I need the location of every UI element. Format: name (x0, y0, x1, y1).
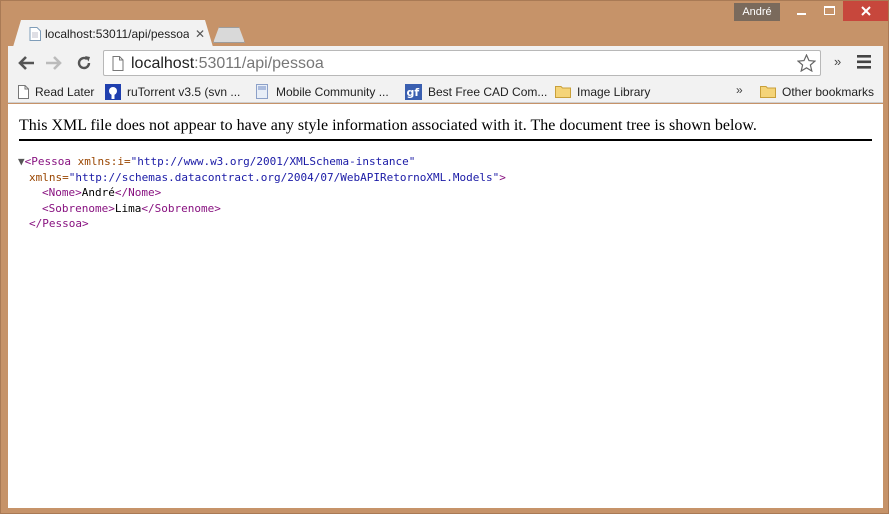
minimize-icon (797, 13, 806, 15)
xml-equals: = (123, 155, 131, 168)
other-bookmarks[interactable]: Other bookmarks (760, 83, 874, 100)
xml-tree: ▼<Pessoa xmlns:i="http://www.w3.org/2001… (18, 154, 506, 232)
maximize-button[interactable] (816, 1, 842, 21)
bookmark-image-library[interactable]: Image Library (555, 83, 650, 100)
bookmarks-overflow[interactable]: » (736, 83, 743, 97)
xml-style-notice: This XML file does not appear to have an… (19, 117, 872, 141)
xml-root-close-line: </Pessoa> (18, 216, 506, 232)
close-icon[interactable]: ✕ (195, 28, 205, 40)
back-button[interactable] (15, 53, 37, 73)
profile-badge[interactable]: André (734, 3, 780, 21)
tab-title: localhost:53011/api/pessoa (45, 27, 189, 41)
close-icon (860, 6, 871, 16)
xml-tag: > (499, 170, 506, 184)
url-host: localhost (131, 55, 195, 72)
star-icon[interactable] (797, 54, 816, 72)
toolbar: localhost:53011/api/pessoa » (8, 46, 883, 80)
svg-text:gf: gf (407, 86, 420, 99)
extensions-overflow[interactable]: » (834, 54, 841, 69)
url-text: localhost:53011/api/pessoa (131, 55, 324, 73)
browser-window: André localhost:53011/api/pessoa ✕ local… (0, 0, 889, 514)
xml-attr-value: "http://www.w3.org/2001/XMLSchema-instan… (130, 155, 416, 168)
bookmark-read-later[interactable]: Read Later (18, 83, 94, 100)
xml-root-open-line: ▼<Pessoa xmlns:i="http://www.w3.org/2001… (18, 154, 506, 170)
close-window-button[interactable] (843, 1, 888, 21)
bookmark-best-free-cad[interactable]: gf Best Free CAD Com... (405, 83, 547, 100)
xml-tag: <Sobrenome> (42, 201, 115, 215)
gf-icon: gf (405, 83, 422, 100)
xml-tag: <Nome> (42, 186, 82, 199)
xml-sobrenome-line: <Sobrenome>Lima</Sobrenome> (18, 201, 506, 217)
bookmark-label: Best Free CAD Com... (428, 84, 548, 99)
xml-attr-name: xmlns:i (77, 155, 124, 168)
xml-tag: <Pessoa (24, 155, 71, 168)
reload-button[interactable] (73, 53, 95, 73)
bookmark-mobile-community[interactable]: Mobile Community ... (256, 83, 389, 100)
xml-equals: = (62, 170, 69, 184)
arrow-right-icon (46, 56, 62, 70)
bookmark-label: Mobile Community ... (276, 84, 389, 99)
xml-root-attr-line: xmlns="http://schemas.datacontract.org/2… (18, 170, 506, 186)
folder-icon (760, 86, 776, 98)
bookmark-rutorrent[interactable]: ruTorrent v3.5 (svn ... (105, 83, 240, 100)
bookmarks-bar: Read Later ruTorrent v3.5 (svn ... Mobil… (8, 80, 883, 103)
xml-nome-line: <Nome>André</Nome> (18, 185, 506, 201)
xml-text: Lima (114, 201, 142, 215)
xml-attr-value: "http://schemas.datacontract.org/2004/07… (68, 170, 500, 184)
page-icon (18, 84, 29, 99)
minimize-button[interactable] (788, 1, 816, 21)
rutorrent-icon (105, 83, 121, 100)
arrow-left-icon (18, 56, 34, 70)
maximize-icon (823, 6, 835, 15)
collapse-toggle-icon[interactable]: ▼ (18, 155, 25, 168)
xml-tag: </Pessoa> (29, 217, 89, 230)
bookmark-label: Image Library (577, 84, 651, 99)
xml-text: André (81, 186, 115, 199)
reload-icon (77, 56, 91, 70)
xml-tag: </Nome> (114, 186, 162, 199)
page-content: This XML file does not appear to have an… (8, 104, 883, 508)
folder-icon (555, 86, 571, 98)
hamburger-menu-icon[interactable] (857, 55, 871, 69)
forward-button[interactable] (43, 53, 65, 73)
bookmark-label: Read Later (35, 84, 95, 99)
address-bar[interactable]: localhost:53011/api/pessoa (103, 50, 821, 76)
xml-tag: </Sobrenome> (141, 201, 221, 215)
page-icon (112, 56, 124, 71)
page-icon (256, 84, 268, 99)
page-icon (29, 27, 41, 41)
bookmark-label: ruTorrent v3.5 (svn ... (127, 84, 241, 99)
url-path: :53011/api/pessoa (194, 55, 324, 72)
bookmark-label: Other bookmarks (782, 84, 875, 99)
tab-pessoa[interactable]: localhost:53011/api/pessoa ✕ (13, 20, 213, 47)
xml-attr-name: xmlns (29, 170, 63, 184)
